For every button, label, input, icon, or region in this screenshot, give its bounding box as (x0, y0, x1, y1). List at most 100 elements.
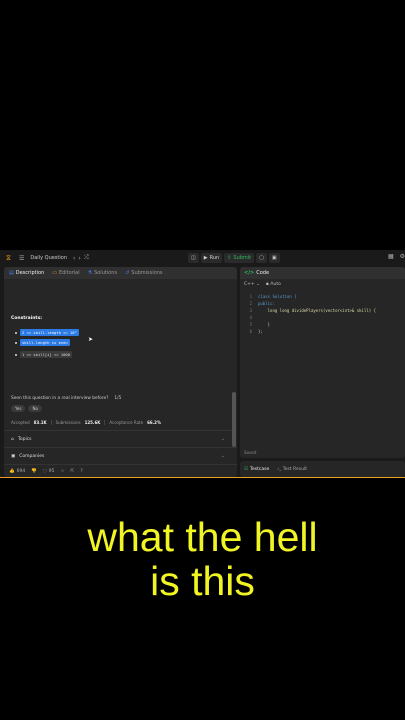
submit-button[interactable]: ⇪ Submit (224, 253, 255, 263)
tag-icon: ⌂ (11, 436, 14, 442)
tab-label: Description (15, 270, 45, 276)
menu-icon[interactable]: ☰ (19, 255, 24, 262)
comment-count: 95 (48, 468, 55, 474)
comments-button[interactable]: ◌ 95 (43, 469, 55, 474)
right-tools: ▦ ⚙ (388, 253, 405, 260)
code-line: 3 long long dividePlayers(vector<int>& s… (244, 307, 376, 314)
constraint-item: 1 <= skill[i] <= 1000 (15, 351, 73, 358)
shuffle-icon[interactable]: ⤮ (84, 254, 89, 262)
saved-status: Saved (244, 450, 257, 455)
line-number: 6 (249, 329, 252, 334)
caption-line: is this (150, 558, 255, 604)
submit-label: Submit (233, 255, 252, 261)
description-content: Constraints: 2 <= skill.length <= 10⁵ sk… (4, 279, 237, 476)
constraint-code: 2 <= skill.length <= 10⁵ (20, 329, 79, 336)
help-icon[interactable]: ? (80, 469, 82, 474)
terminal-icon: ›_ (277, 466, 282, 472)
tab-submissions[interactable]: ↺ Submissions (125, 270, 162, 276)
code-icon: </> (244, 270, 255, 276)
code-text: }; (258, 329, 263, 334)
topics-row[interactable]: ⌂ Topics ⌄ (4, 430, 237, 447)
accepted-label: Accepted (11, 420, 30, 425)
mouse-cursor-icon: ➤ (88, 336, 94, 343)
code-title: Code (256, 270, 270, 276)
code-text: long long dividePlayers(vector<int>& ski… (258, 308, 377, 313)
constraint-code: 1 <= skill[i] <= 1000 (20, 351, 73, 358)
constraint-item: 2 <= skill.length <= 10⁵ (15, 329, 79, 336)
top-bar: ⧖ ☰ Daily Question ‹ › ⤮ ◫ ▶ Run ⇪ Submit … (0, 250, 405, 266)
no-button[interactable]: No (28, 405, 42, 412)
code-line: 4 (244, 314, 376, 321)
comment-icon: ◌ (42, 468, 47, 474)
description-footer: 👍 694 👎 ◌ 95 ☆ ⇱ ? (4, 464, 237, 477)
note-icon[interactable]: ▢ (256, 253, 267, 263)
center-tools: ◫ ▶ Run ⇪ Submit ▢ ▣ (188, 253, 280, 263)
testcase-label: Testcase (250, 466, 270, 472)
chevron-down-icon: ⌄ (256, 281, 260, 287)
code-text: public: (258, 301, 275, 306)
thumbs-down-icon[interactable]: 👎 (31, 469, 37, 474)
thumbs-up-icon: 👍 (9, 468, 15, 474)
description-tabs: ▤ Description ▭ Editorial ⚗ Solutions ↺ Subm… (4, 267, 237, 279)
accepted-value: 83.1K (33, 420, 47, 425)
history-icon: ↺ (125, 270, 130, 276)
tab-solutions[interactable]: ⚗ Solutions (88, 270, 117, 276)
test-tabs: ☑ Testcase ›_ Test Result (240, 461, 405, 477)
constraints-title: Constraints: (11, 316, 43, 321)
share-icon[interactable]: ⇱ (71, 469, 75, 474)
bullet (15, 341, 17, 344)
daily-question-button[interactable]: Daily Question (30, 255, 67, 261)
yes-button[interactable]: Yes (11, 405, 26, 412)
language-select[interactable]: C++ ⌄ (244, 282, 260, 287)
seen-question-text: Seen this question in a real interview b… (11, 396, 109, 401)
star-icon[interactable]: ☆ (60, 469, 64, 474)
tab-description[interactable]: ▤ Description (9, 270, 44, 276)
tab-label: Submissions (131, 270, 163, 276)
checkbox-icon: ☑ (244, 466, 249, 472)
tab-test-result[interactable]: ›_ Test Result (277, 467, 307, 472)
debug-icon[interactable]: ◫ (188, 253, 199, 263)
code-line: 1 class Solution { (244, 293, 376, 300)
leetcode-logo-icon[interactable]: ⧖ (6, 254, 13, 262)
prev-icon[interactable]: ‹ (73, 255, 75, 262)
tab-label: Solutions (94, 270, 118, 276)
submissions-value: 125.6K (84, 420, 101, 425)
constraint-item: skill.length is even (15, 339, 70, 346)
code-text: } (258, 322, 271, 327)
chevron-down-icon: ⌄ (220, 453, 225, 459)
auto-mode[interactable]: ▪ Auto (266, 282, 281, 287)
constraint-code: skill.length is even (20, 339, 70, 346)
bullet (15, 353, 17, 356)
interview-question: Seen this question in a real interview b… (11, 396, 121, 401)
line-number: 3 (249, 308, 252, 313)
scrollbar[interactable] (232, 392, 236, 447)
code-line: 2 public: (244, 300, 376, 307)
tab-testcase[interactable]: ☑ Testcase (244, 467, 269, 472)
problem-stats: Accepted 83.1K Submissions 125.6K Accept… (11, 420, 161, 425)
like-button[interactable]: 👍 694 (9, 469, 25, 474)
upload-icon: ⇪ (227, 255, 232, 261)
layout-icon[interactable]: ▦ (388, 253, 394, 260)
row-label: Companies (19, 453, 45, 459)
divider (50, 420, 52, 425)
video-caption: what the hell is this (0, 515, 405, 603)
chevron-down-icon: ⌄ (220, 436, 225, 442)
run-label: Run (209, 255, 220, 261)
leetcode-window: ⧖ ☰ Daily Question ‹ › ⤮ ◫ ▶ Run ⇪ Submit … (0, 250, 405, 478)
bullet (15, 331, 17, 334)
like-count: 694 (16, 468, 26, 474)
companies-row[interactable]: ▣ Companies ⌄ (4, 447, 237, 464)
settings-icon[interactable]: ⚙ (400, 253, 405, 260)
code-line: 5 } (244, 321, 376, 328)
lock-icon: ▪ (265, 281, 269, 287)
code-editor[interactable]: 1 class Solution { 2 public: 3 long long d… (244, 293, 376, 335)
code-panel: </> Code C++ ⌄ ▪ Auto 1 class Solution { … (240, 267, 405, 458)
run-button[interactable]: ▶ Run (200, 253, 223, 263)
notebook-icon[interactable]: ▣ (268, 253, 280, 263)
test-panel: ☑ Testcase ›_ Test Result (240, 461, 405, 477)
next-icon[interactable]: › (78, 255, 80, 262)
language-label: C++ (244, 281, 255, 287)
yes-no-buttons: Yes No (11, 405, 42, 412)
tab-editorial[interactable]: ▭ Editorial (52, 270, 79, 276)
caption-line: what the hell (87, 514, 318, 560)
